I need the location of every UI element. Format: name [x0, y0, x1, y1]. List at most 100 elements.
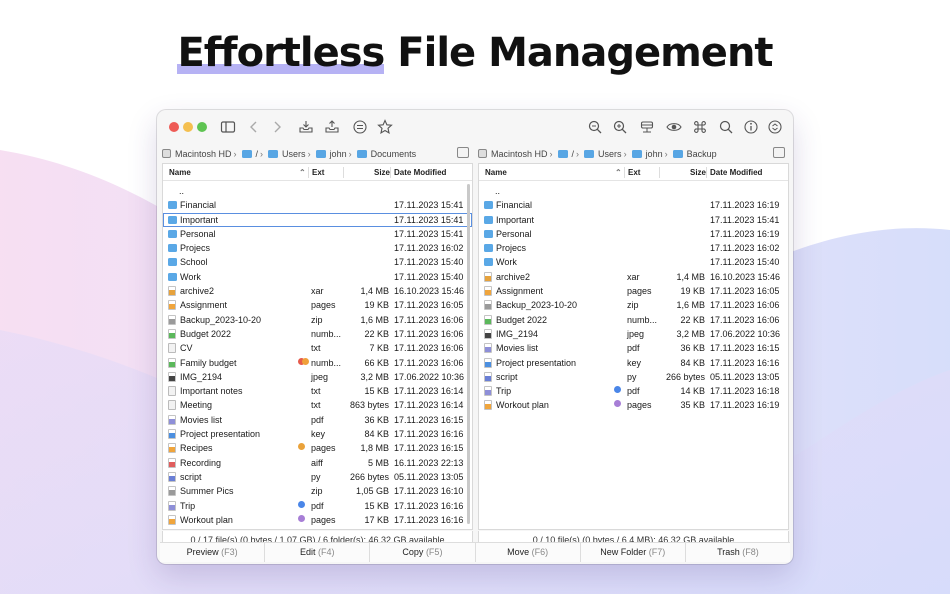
folder-icon [315, 149, 326, 158]
file-row[interactable]: archive2 xar 1,4 MB 16.10.2023 15:46 [479, 270, 788, 284]
folder-row[interactable]: Important 17.11.2023 15:41 [163, 212, 472, 227]
file-row[interactable]: Trip pdf 15 KB 17.11.2023 16:16 [163, 499, 472, 513]
file-row[interactable]: IMG_2194 jpeg 3,2 MB 17.06.2022 10:36 [163, 370, 472, 384]
column-name[interactable]: Name [169, 168, 191, 177]
share-icon[interactable] [324, 119, 340, 135]
copy-path-icon[interactable] [457, 147, 469, 158]
file-row[interactable]: Family budget numb... 66 KB 17.11.2023 16:0… [163, 356, 472, 370]
file-row[interactable]: Assignment pages 19 KB 17.11.2023 16:05 [163, 298, 472, 312]
preview-button[interactable]: Preview (F3) [160, 543, 266, 562]
parent-dir-row[interactable]: .. [163, 184, 472, 198]
file-row[interactable]: Backup_2023-10-20 zip 1,6 MB 17.11.2023 16:… [479, 298, 788, 312]
move-button[interactable]: Move (F6) [475, 543, 581, 562]
folder-row[interactable]: Personal 17.11.2023 15:41 [163, 227, 472, 241]
folder-row[interactable]: Projecs 17.11.2023 16:02 [479, 241, 788, 255]
file-row[interactable]: Important notes txt 15 KB 17.11.2023 16:14 [163, 384, 472, 398]
folder-row[interactable]: Financial 17.11.2023 15:41 [163, 198, 472, 212]
file-row[interactable]: CV txt 7 KB 17.11.2023 16:06 [163, 341, 472, 355]
file-row[interactable]: Project presentation key 84 KB 17.11.2023 1… [163, 427, 472, 441]
file-row[interactable]: Budget 2022 numb... 22 KB 17.11.2023 16:06 [479, 313, 788, 327]
zoom-in-icon[interactable] [612, 119, 628, 135]
list-menu-icon[interactable] [352, 119, 368, 135]
breadcrumb-item[interactable]: › / [548, 149, 575, 159]
breadcrumb-item[interactable]: › / [232, 149, 259, 159]
breadcrumb-item[interactable]: Macintosh HD [162, 149, 232, 159]
minimize-button[interactable] [183, 122, 193, 132]
file-date: 17.11.2023 15:41 [394, 200, 464, 211]
sidebar-icon[interactable] [220, 119, 236, 135]
file-row[interactable]: Project presentation key 84 KB 17.11.2023 1… [479, 356, 788, 370]
file-row[interactable]: Backup_2023-10-20 zip 1,6 MB 17.11.2023 16:… [163, 313, 472, 327]
file-name: Movies list [496, 343, 539, 354]
file-ext: zip [627, 300, 639, 311]
folder-row[interactable]: Personal 17.11.2023 16:19 [479, 227, 788, 241]
sync-icon[interactable] [767, 119, 783, 135]
breadcrumb-item[interactable]: › john [306, 149, 347, 159]
column-date[interactable]: Date Modified [394, 168, 446, 177]
copy-button[interactable]: Copy (F5) [370, 543, 476, 562]
archive-icon[interactable] [298, 119, 314, 135]
edit-button[interactable]: Edit (F4) [265, 543, 371, 562]
column-name[interactable]: Name [485, 168, 507, 177]
new-folder-button[interactable]: New Folder (F7) [580, 543, 686, 562]
file-row[interactable]: Movies list pdf 36 KB 17.11.2023 16:15 [163, 413, 472, 427]
zip-file-icon [168, 314, 176, 325]
folder-row[interactable]: Financial 17.11.2023 16:19 [479, 198, 788, 212]
command-icon[interactable] [692, 119, 708, 135]
column-date[interactable]: Date Modified [710, 168, 762, 177]
file-row[interactable]: Workout plan pages 17 KB 17.11.2023 16:16 [163, 513, 472, 527]
folder-row[interactable]: Work 17.11.2023 15:40 [163, 270, 472, 284]
column-ext[interactable]: Ext [312, 168, 324, 177]
breadcrumb-item[interactable]: Macintosh HD [478, 149, 548, 159]
drive-icon[interactable] [639, 119, 655, 135]
info-icon[interactable] [743, 119, 759, 135]
file-row[interactable]: archive2 xar 1,4 MB 16.10.2023 15:46 [163, 284, 472, 298]
column-size[interactable]: Size [690, 168, 706, 177]
breadcrumb-item[interactable]: › Users [258, 149, 306, 159]
file-row[interactable]: Workout plan pages 35 KB 17.11.2023 16:19 [479, 398, 788, 412]
file-row[interactable]: Movies list pdf 36 KB 17.11.2023 16:15 [479, 341, 788, 355]
folder-row[interactable]: Work 17.11.2023 15:40 [479, 255, 788, 269]
copy-path-icon[interactable] [773, 147, 785, 158]
file-date: 17.11.2023 16:02 [710, 243, 780, 254]
rows: .. Financial 17.11.2023 15:41 Important 17.1… [163, 184, 472, 527]
folder-row[interactable]: School 17.11.2023 15:40 [163, 255, 472, 269]
zoom-button[interactable] [197, 122, 207, 132]
file-row[interactable]: Recording aiff 5 MB 16.11.2023 22:13 [163, 456, 472, 470]
file-row[interactable]: Summer Pics zip 1,05 GB 17.11.2023 16:10 [163, 484, 472, 498]
trash-button[interactable]: Trash (F8) [685, 543, 791, 562]
file-row[interactable]: script py 266 bytes 05.11.2023 13:05 [163, 470, 472, 484]
parent-dir-row[interactable]: .. [479, 184, 788, 198]
folder-icon [631, 149, 642, 158]
file-name: Meeting [180, 400, 213, 411]
breadcrumb-item[interactable]: › Documents [347, 149, 417, 159]
file-row[interactable]: Budget 2022 numb... 22 KB 17.11.2023 16:06 [163, 327, 472, 341]
zoom-out-icon[interactable] [587, 119, 603, 135]
file-row[interactable]: Recipes pages 1,8 MB 17.11.2023 16:15 [163, 441, 472, 455]
breadcrumb-item[interactable]: › Backup [663, 149, 717, 159]
close-button[interactable] [169, 122, 179, 132]
eye-icon[interactable] [666, 119, 682, 135]
file-date: 17.11.2023 15:41 [394, 228, 464, 239]
file-list[interactable]: Name ⌃ Ext Size Date Modified .. Financia… [478, 163, 789, 530]
folder-row[interactable]: Important 17.11.2023 15:41 [479, 213, 788, 227]
column-ext[interactable]: Ext [628, 168, 640, 177]
column-size[interactable]: Size [374, 168, 390, 177]
back-icon[interactable] [246, 119, 262, 135]
search-icon[interactable] [718, 119, 734, 135]
file-row[interactable]: Assignment pages 19 KB 17.11.2023 16:05 [479, 284, 788, 298]
file-row[interactable]: script py 266 bytes 05.11.2023 13:05 [479, 370, 788, 384]
file-ext: pdf [627, 386, 640, 397]
file-ext: pages [627, 400, 652, 411]
breadcrumb-item[interactable]: › Users [574, 149, 622, 159]
file-row[interactable]: Trip pdf 14 KB 17.11.2023 16:18 [479, 384, 788, 398]
star-icon[interactable] [377, 119, 393, 135]
file-row[interactable]: IMG_2194 jpeg 3,2 MB 17.06.2022 10:36 [479, 327, 788, 341]
breadcrumb-item[interactable]: › john [622, 149, 663, 159]
file-list[interactable]: Name ⌃ Ext Size Date Modified .. Financia… [162, 163, 473, 530]
file-row[interactable]: Meeting txt 863 bytes 17.11.2023 16:14 [163, 398, 472, 412]
scrollbar[interactable] [467, 184, 470, 524]
forward-icon[interactable] [269, 119, 285, 135]
folder-row[interactable]: Projecs 17.11.2023 16:02 [163, 241, 472, 255]
file-date: 17.11.2023 16:06 [394, 343, 464, 354]
